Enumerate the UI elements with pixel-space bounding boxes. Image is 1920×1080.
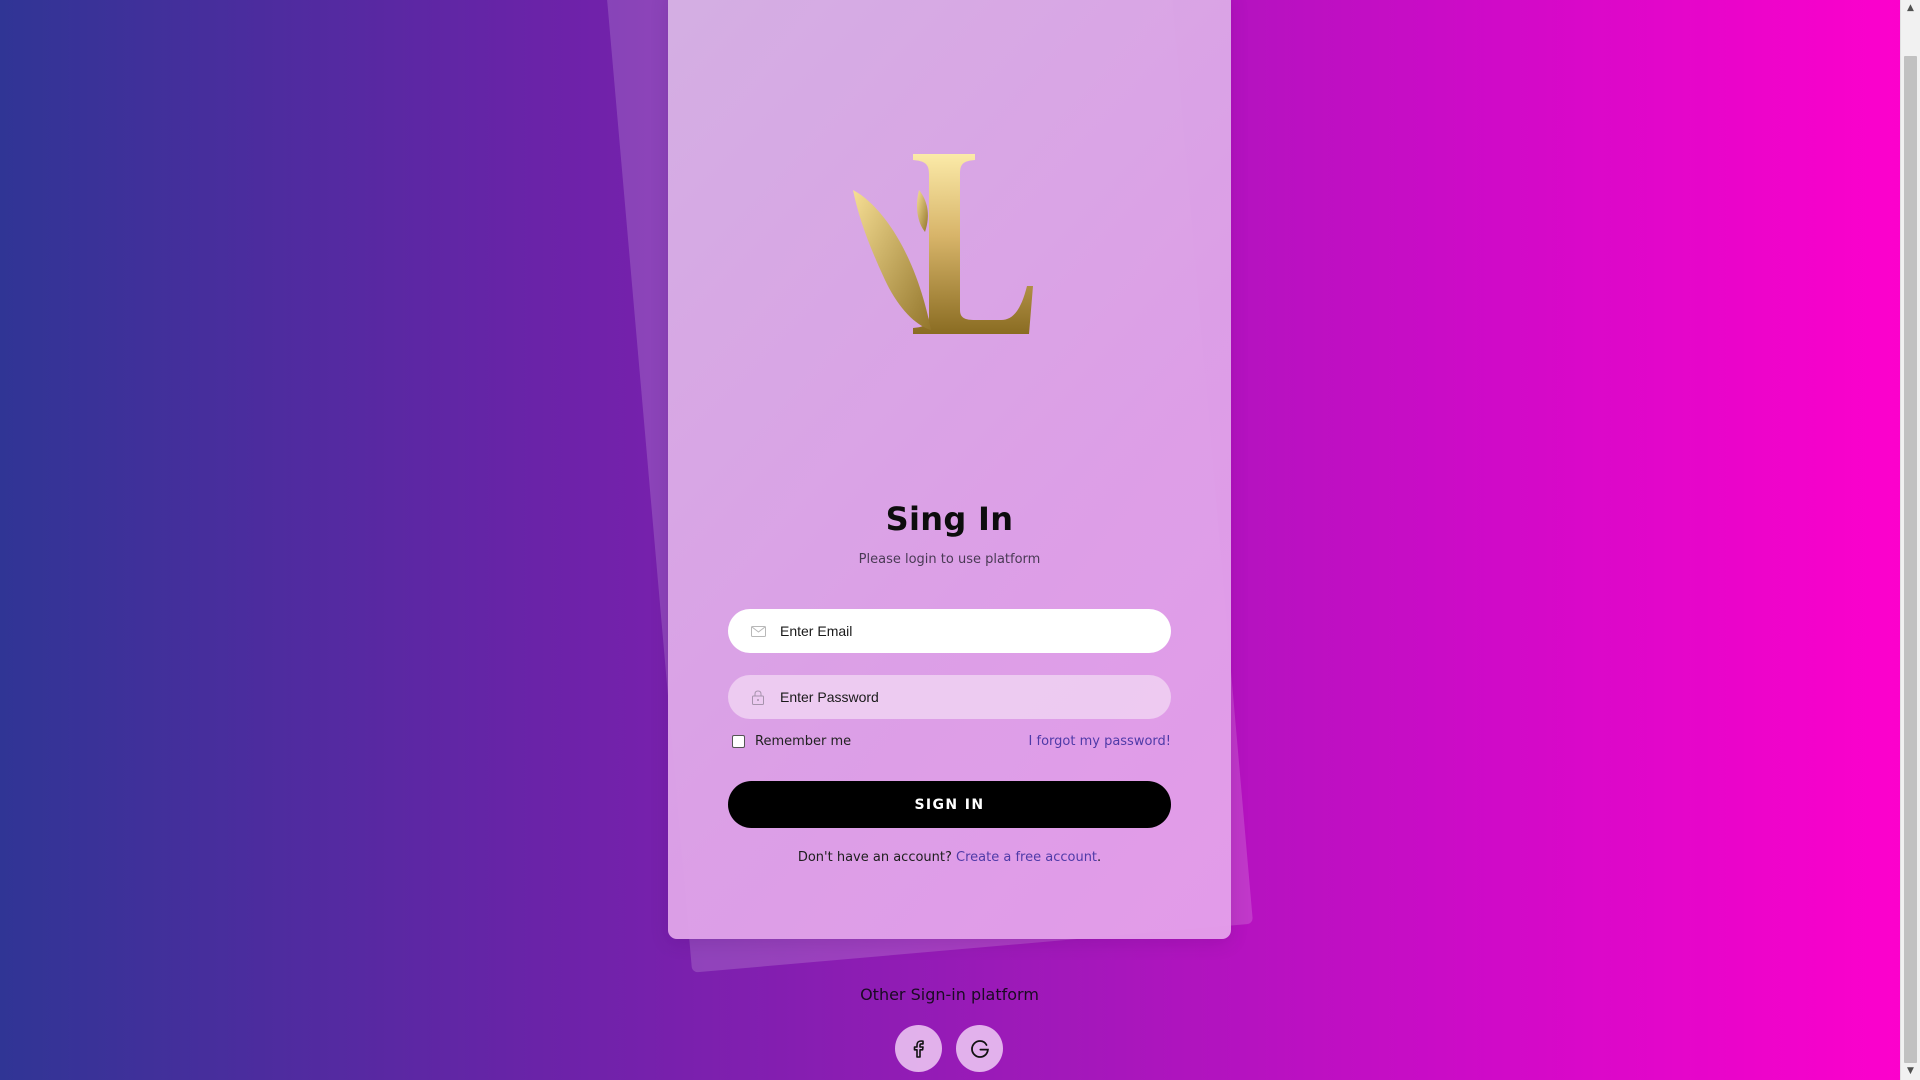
email-input[interactable] [780, 616, 1140, 646]
login-card: Sing In Please login to use platform Ent… [668, 0, 1231, 939]
scroll-down-icon[interactable]: ▼ [1901, 1063, 1920, 1080]
signup-prompt-text: Don't have an account? [797, 850, 952, 865]
vertical-scrollbar[interactable]: ▲ ▼ [1900, 0, 1920, 1080]
remember-me-control[interactable]: Remember me [732, 734, 851, 749]
password-input[interactable] [780, 682, 1140, 712]
page-viewport: Sing In Please login to use platform Ent… [0, 0, 1900, 1080]
other-signin-heading: Other Sign-in platform [860, 985, 1039, 1004]
email-field[interactable] [728, 609, 1171, 653]
page-subtitle: Please login to use platform [858, 552, 1041, 567]
password-field[interactable] [728, 675, 1171, 719]
facebook-signin-button[interactable] [895, 1025, 942, 1072]
remember-me-label: Remember me [755, 733, 852, 749]
remember-me-checkbox[interactable] [732, 734, 745, 748]
signup-prompt: Don't have an account? Create a free acc… [668, 850, 1231, 865]
forgot-password-link[interactable]: I forgot my password! [1029, 734, 1171, 749]
page-title: Sing In [885, 500, 1014, 538]
scrollbar-thumb[interactable] [1904, 56, 1917, 1063]
sign-in-button[interactable]: SIGN IN [728, 781, 1171, 828]
leaf-letter-l-logo [853, 154, 1033, 334]
facebook-icon [913, 1039, 924, 1058]
envelope-icon [750, 623, 766, 639]
lock-icon [750, 689, 766, 705]
form-options-row: Remember me I forgot my password! [732, 731, 1171, 751]
create-account-link[interactable]: Create a free account [956, 850, 1097, 865]
scroll-up-icon[interactable]: ▲ [1901, 0, 1920, 17]
google-icon [970, 1039, 989, 1058]
google-signin-button[interactable] [956, 1025, 1003, 1072]
signup-suffix: . [1097, 850, 1102, 865]
